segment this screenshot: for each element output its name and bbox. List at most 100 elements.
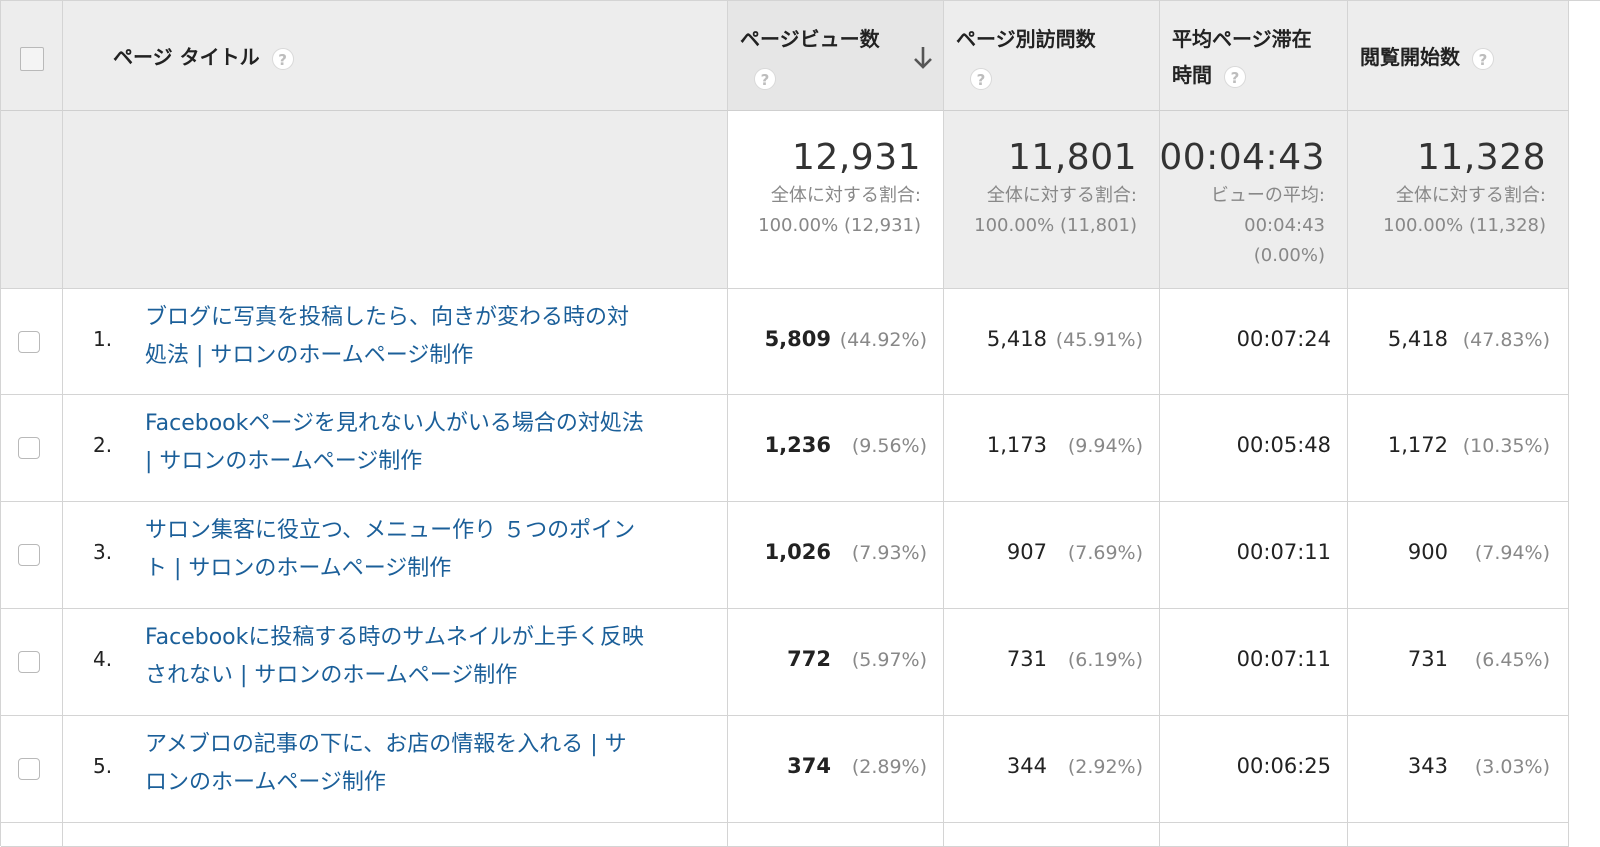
summary-title-cell <box>63 111 728 289</box>
header-page-title[interactable]: ページ タイトル? <box>63 1 728 111</box>
row-unique-pageviews: 5,418 (45.91%) <box>944 289 1160 395</box>
row-title-cell: 4. Facebookに投稿する時のサムネイルが上手く反映 されない | サロン… <box>63 609 728 716</box>
page-title-link[interactable]: サロン集客に役立つ、メニュー作り ５つのポイン ト | サロンのホームページ制作 <box>145 512 715 588</box>
row-entrances: 5,418 (47.83%) <box>1348 289 1569 395</box>
row-checkbox[interactable] <box>18 544 40 566</box>
header-avg-time-label-1: 平均ページ滞在 <box>1172 27 1312 51</box>
summary-value: 00:04:43 <box>1159 137 1325 178</box>
entrances-value: 5,418 <box>1387 327 1448 351</box>
header-avg-time-label-2: 時間 <box>1172 63 1212 87</box>
partial-row-cell <box>1160 823 1348 847</box>
summary-subtext-line: 00:04:43 <box>1244 215 1325 236</box>
row-entrances: 1,172 (10.35%) <box>1348 395 1569 502</box>
entrances-percent: (10.35%) <box>1462 435 1550 457</box>
row-avg-time: 00:07:11 <box>1160 609 1348 716</box>
entrances-value: 900 <box>1407 540 1448 564</box>
row-number: 5. <box>93 754 113 778</box>
avg-time-value: 00:06:25 <box>1236 754 1331 778</box>
row-pageviews: 5,809 (44.92%) <box>728 289 944 395</box>
row-pageviews: 374 (2.89%) <box>728 716 944 823</box>
summary-select-cell <box>1 111 63 289</box>
unique-pageviews-percent: (45.91%) <box>1055 329 1143 351</box>
avg-time-value: 00:07:11 <box>1236 647 1331 671</box>
page-title-line: Facebookに投稿する時のサムネイルが上手く反映 <box>145 625 644 650</box>
row-checkbox[interactable] <box>18 437 40 459</box>
row-select-cell <box>1 502 63 609</box>
entrances-value: 1,172 <box>1387 433 1448 457</box>
pageviews-value: 5,809 <box>764 327 831 351</box>
row-entrances: 900 (7.94%) <box>1348 502 1569 609</box>
avg-time-value: 00:05:48 <box>1236 433 1331 457</box>
unique-pageviews-value: 5,418 <box>986 327 1047 351</box>
partial-row-cell <box>63 823 728 847</box>
summary-subtext-line: 100.00% (11,328) <box>1383 215 1546 236</box>
page-title-line: されない | サロンのホームページ制作 <box>145 663 518 688</box>
entrances-percent: (6.45%) <box>1474 649 1550 671</box>
unique-pageviews-percent: (6.19%) <box>1067 649 1143 671</box>
page-title-line: 処法 | サロンのホームページ制作 <box>145 343 474 368</box>
summary-value: 11,328 <box>1417 137 1546 178</box>
page-title-link[interactable]: ブログに写真を投稿したら、向きが変わる時の対 処法 | サロンのホームページ制作 <box>145 299 715 375</box>
help-icon[interactable]: ? <box>1472 47 1494 70</box>
unique-pageviews-value: 731 <box>1006 647 1047 671</box>
unique-pageviews-percent: (9.94%) <box>1067 435 1143 457</box>
entrances-value: 343 <box>1407 754 1448 778</box>
page-title-line: サロン集客に役立つ、メニュー作り ５つのポイン <box>145 518 636 543</box>
summary-subtext: ビューの平均: 00:04:43 (0.00%) <box>1211 181 1325 271</box>
row-select-cell <box>1 395 63 502</box>
page-title-line: Facebookページを見れない人がいる場合の対処法 <box>145 411 644 436</box>
row-select-cell <box>1 289 63 395</box>
summary-pageviews: 12,931 全体に対する割合: 100.00% (12,931) <box>728 111 944 289</box>
row-checkbox[interactable] <box>18 651 40 673</box>
unique-pageviews-value: 1,173 <box>986 433 1047 457</box>
row-select-cell <box>1 716 63 823</box>
pageviews-percent: (44.92%) <box>839 329 927 351</box>
pageviews-value: 772 <box>787 647 831 671</box>
page-title-link[interactable]: アメブロの記事の下に、お店の情報を入れる | サ ロンのホームページ制作 <box>145 726 715 802</box>
pageviews-percent: (7.93%) <box>851 542 927 564</box>
header-entrances-label: 閲覧開始数 <box>1360 45 1460 69</box>
row-checkbox[interactable] <box>18 331 40 353</box>
page-title-link[interactable]: Facebookページを見れない人がいる場合の対処法 | サロンのホームページ制… <box>145 405 715 481</box>
page-title-line: | サロンのホームページ制作 <box>145 449 423 474</box>
row-checkbox[interactable] <box>18 758 40 780</box>
row-unique-pageviews: 1,173 (9.94%) <box>944 395 1160 502</box>
page-title-link[interactable]: Facebookに投稿する時のサムネイルが上手く反映 されない | サロンのホー… <box>145 619 715 695</box>
unique-pageviews-value: 344 <box>1006 754 1047 778</box>
row-avg-time: 00:05:48 <box>1160 395 1348 502</box>
help-icon[interactable]: ? <box>1224 65 1246 88</box>
avg-time-value: 00:07:11 <box>1236 540 1331 564</box>
summary-subtext-line: 100.00% (11,801) <box>974 215 1137 236</box>
row-entrances: 343 (3.03%) <box>1348 716 1569 823</box>
header-entrances[interactable]: 閲覧開始数? <box>1348 1 1569 111</box>
row-title-cell: 2. Facebookページを見れない人がいる場合の対処法 | サロンのホームペ… <box>63 395 728 502</box>
entrances-percent: (3.03%) <box>1474 756 1550 778</box>
summary-value: 12,931 <box>792 137 921 178</box>
pageviews-percent: (9.56%) <box>851 435 927 457</box>
analytics-table: ページ タイトル? ページビュー数 ? ページ別訪問数 ? 平均ページ滞在 時間… <box>0 0 1600 847</box>
help-icon[interactable]: ? <box>754 67 776 90</box>
header-avg-time[interactable]: 平均ページ滞在 時間? <box>1160 1 1348 111</box>
pageviews-value: 1,026 <box>764 540 831 564</box>
summary-subtext-line: 全体に対する割合: <box>1395 185 1546 206</box>
partial-row-cell <box>1348 823 1569 847</box>
summary-subtext-line: 全体に対する割合: <box>770 185 921 206</box>
entrances-value: 731 <box>1407 647 1448 671</box>
sort-descending-icon[interactable] <box>911 39 935 75</box>
select-all-checkbox[interactable] <box>20 47 44 71</box>
header-select-cell <box>1 1 63 111</box>
header-unique-pageviews[interactable]: ページ別訪問数 ? <box>944 1 1160 111</box>
pageviews-percent: (2.89%) <box>851 756 927 778</box>
summary-subtext-line: 100.00% (12,931) <box>758 215 921 236</box>
unique-pageviews-value: 907 <box>1006 540 1047 564</box>
header-pageviews[interactable]: ページビュー数 ? <box>728 1 944 111</box>
unique-pageviews-percent: (7.69%) <box>1067 542 1143 564</box>
help-icon[interactable]: ? <box>271 47 294 70</box>
row-avg-time: 00:07:24 <box>1160 289 1348 395</box>
header-page-title-label: ページ タイトル <box>113 45 260 69</box>
help-icon[interactable]: ? <box>970 67 992 90</box>
pageviews-percent: (5.97%) <box>851 649 927 671</box>
row-avg-time: 00:07:11 <box>1160 502 1348 609</box>
page-title-line: アメブロの記事の下に、お店の情報を入れる | サ <box>145 732 627 757</box>
row-unique-pageviews: 907 (7.69%) <box>944 502 1160 609</box>
